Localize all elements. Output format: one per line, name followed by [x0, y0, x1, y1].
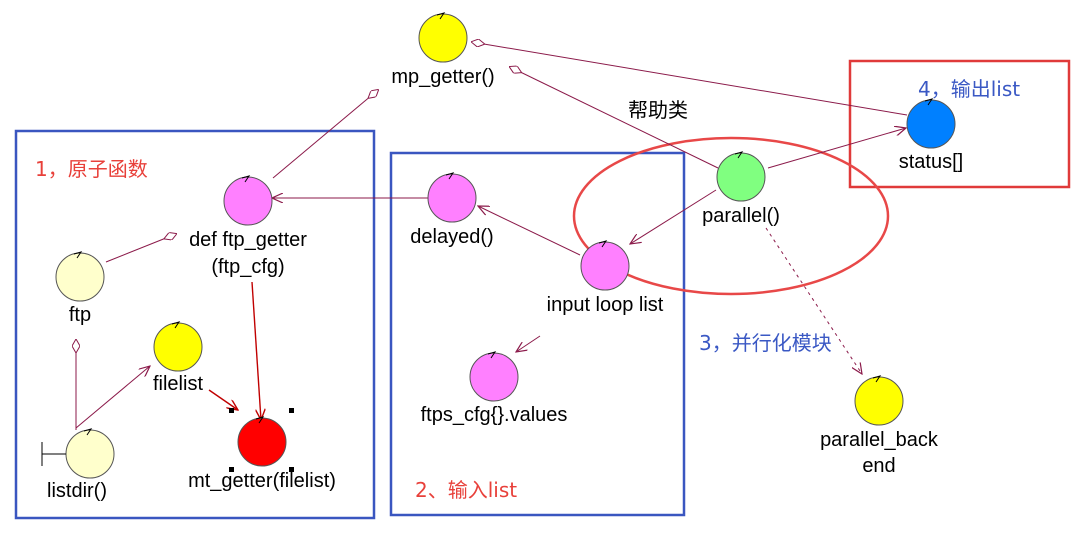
control-node-icon: [237, 417, 287, 467]
helper-class-annotation: 帮助类: [628, 99, 688, 122]
caption-output-list: 4，输出list: [918, 77, 1020, 101]
boundary-node-icon: [65, 429, 115, 479]
node-mt-getter[interactable]: mt_getter(filelist): [188, 416, 336, 492]
node-status[interactable]: status[]: [899, 98, 963, 173]
node-status-label: status[]: [899, 151, 963, 173]
diagram-canvas: mp_getter() def ftp_getter (ftp_cfg) ftp…: [14, 12, 1071, 520]
edge-listdir-filelist: [75, 366, 150, 429]
edge-ftp-getter-mp-getter: [272, 90, 378, 179]
control-node-icon: [153, 322, 203, 372]
node-parallel-backend[interactable]: parallel_back end: [820, 375, 939, 477]
node-input-loop-list[interactable]: input loop list: [547, 240, 664, 316]
node-parallel-label: parallel(): [702, 205, 780, 227]
node-delayed-label: delayed(): [410, 226, 493, 248]
node-filelist[interactable]: filelist: [153, 321, 203, 395]
edge-ftp-ftp-getter: [105, 234, 176, 263]
node-delayed[interactable]: delayed(): [410, 172, 494, 248]
node-parallel-backend-label-line1: parallel_back: [820, 429, 939, 451]
node-ftp-label: ftp: [69, 304, 91, 326]
control-node-icon: [580, 241, 630, 291]
node-input-loop-list-label: input loop list: [547, 294, 664, 316]
node-ftp-getter[interactable]: def ftp_getter (ftp_cfg): [189, 175, 307, 278]
edge-status-mp-getter: [472, 42, 908, 116]
caption-input-list: 2、输入list: [415, 478, 517, 502]
control-node-icon: [716, 152, 766, 202]
control-node-icon: [427, 173, 477, 223]
node-ftp-getter-label-line2: (ftp_cfg): [211, 256, 284, 278]
node-ftps-cfg-label: ftps_cfg{}.values: [421, 404, 568, 426]
caption-parallel-module: 3，并行化模块: [699, 331, 832, 355]
node-listdir[interactable]: listdir(): [41, 428, 115, 502]
node-mt-getter-label: mt_getter(filelist): [188, 470, 336, 492]
edge-ftp-getter-mt-getter: [251, 281, 261, 420]
edges-red: [208, 281, 261, 420]
control-node-icon: [55, 252, 105, 302]
node-mp-getter-label: mp_getter(): [391, 66, 494, 88]
node-ftp-getter-label-line1: def ftp_getter: [189, 229, 307, 251]
node-filelist-label: filelist: [153, 373, 203, 395]
node-listdir-label: listdir(): [47, 480, 107, 502]
control-node-icon: [223, 176, 273, 226]
edge-filelist-mt-getter: [208, 389, 238, 410]
control-node-icon: [469, 352, 519, 402]
edge-input-loop-ftps-cfg: [516, 335, 541, 352]
control-node-icon: [418, 13, 468, 63]
node-parallel-backend-label-line2: end: [862, 455, 895, 477]
caption-atomic-functions: 1，原子函数: [35, 157, 148, 181]
node-ftps-cfg[interactable]: ftps_cfg{}.values: [421, 351, 568, 426]
control-node-icon: [906, 99, 956, 149]
node-mp-getter[interactable]: mp_getter(): [391, 12, 495, 88]
edge-parallel-status: [767, 128, 906, 169]
control-node-icon: [854, 376, 904, 426]
node-ftp[interactable]: ftp: [55, 251, 105, 326]
node-parallel[interactable]: parallel(): [702, 151, 780, 227]
